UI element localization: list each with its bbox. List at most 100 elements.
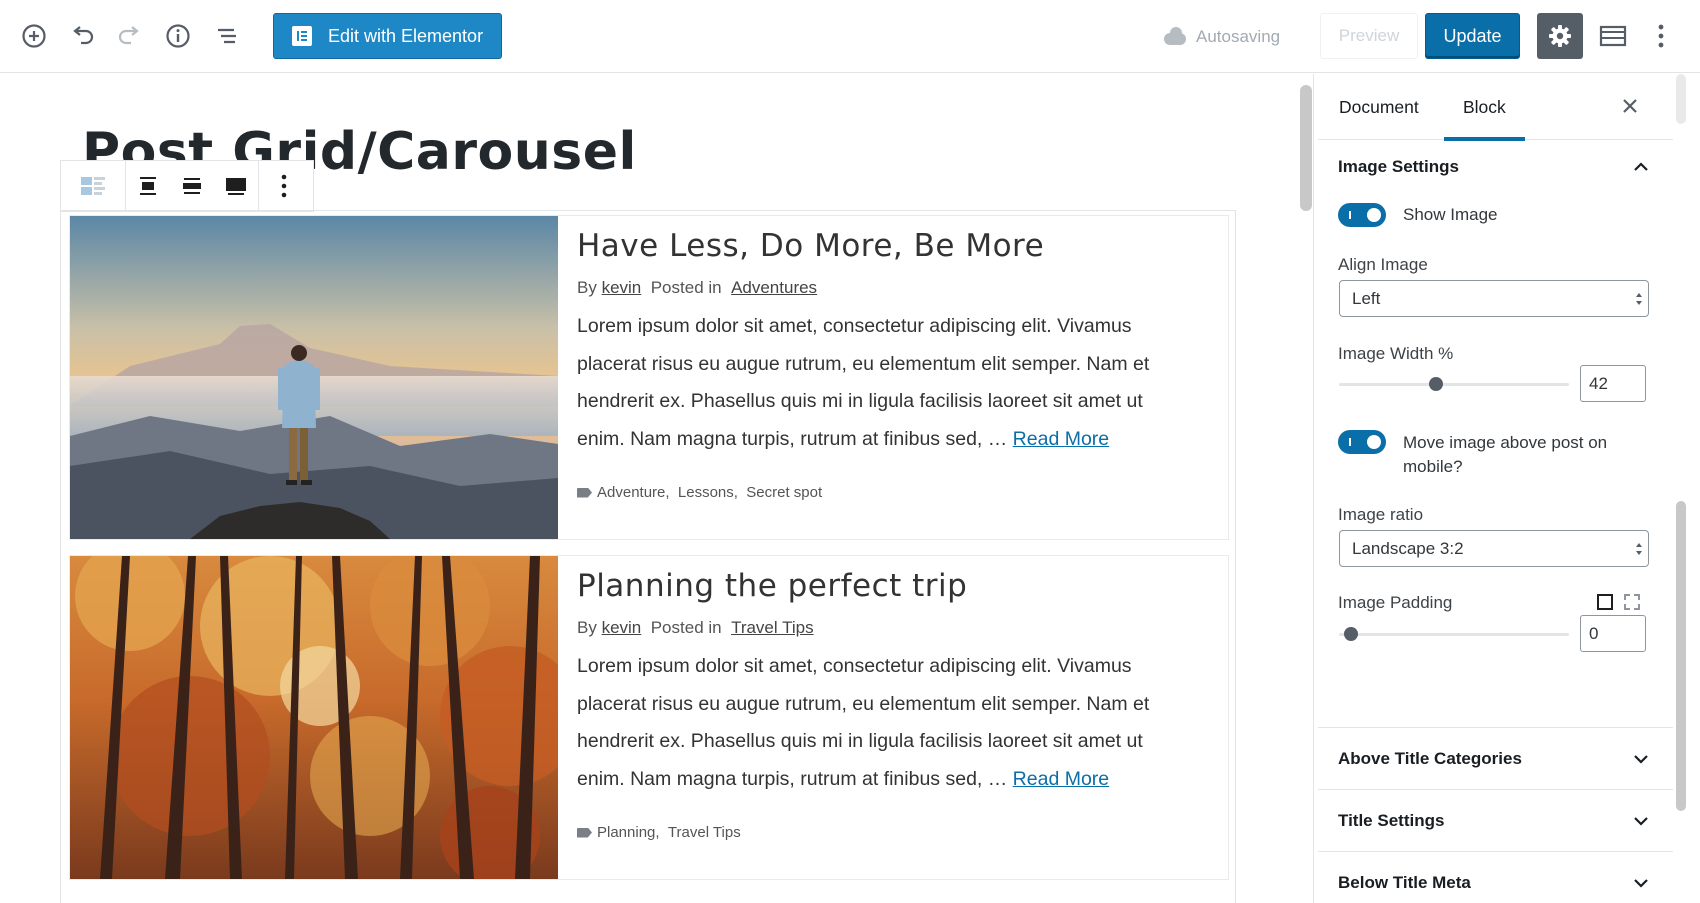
editor-scrollbar[interactable] bbox=[1300, 85, 1312, 211]
category-link[interactable]: Adventures bbox=[731, 278, 817, 297]
select-arrows-icon bbox=[1636, 293, 1642, 305]
section-title: Above Title Categories bbox=[1338, 749, 1522, 768]
image-padding-slider[interactable] bbox=[1339, 624, 1569, 644]
section-header: Above Title Categories bbox=[1318, 728, 1673, 790]
tag-icon bbox=[577, 487, 592, 498]
chevron-down-icon bbox=[1634, 755, 1648, 764]
post-meta: By kevin Posted in Adventures bbox=[577, 278, 1228, 298]
section-header: Below Title Meta bbox=[1318, 852, 1673, 903]
tag-icon bbox=[577, 827, 592, 838]
image-width-label: Image Width % bbox=[1338, 344, 1454, 363]
section-below-title-meta[interactable]: Below Title Meta bbox=[1318, 851, 1673, 903]
elementor-button-label: Edit with Elementor bbox=[328, 25, 484, 46]
select-arrows-icon bbox=[1636, 543, 1642, 555]
cloud-icon bbox=[1164, 27, 1186, 45]
sidebar-tabs: Document Block bbox=[1318, 74, 1673, 141]
read-more-link[interactable]: Read More bbox=[1013, 768, 1109, 790]
align-image-label: Align Image bbox=[1338, 255, 1428, 274]
section-header: Title Settings bbox=[1318, 790, 1673, 852]
update-button[interactable]: Update bbox=[1425, 13, 1520, 59]
image-ratio-select[interactable]: Landscape 3:2 bbox=[1339, 530, 1649, 567]
post-title-link[interactable]: Planning the perfect trip bbox=[577, 568, 1228, 604]
tag-link[interactable]: Secret spot bbox=[746, 484, 822, 501]
tag-link[interactable]: Adventure, bbox=[597, 484, 670, 501]
block-more-icon[interactable] bbox=[259, 161, 309, 211]
close-icon[interactable] bbox=[1617, 93, 1643, 119]
image-settings-title: Image Settings bbox=[1338, 157, 1459, 176]
toggle-knob bbox=[1367, 435, 1381, 449]
outline-icon[interactable] bbox=[209, 18, 245, 54]
post-image-mountain[interactable] bbox=[70, 216, 558, 539]
settings-button[interactable] bbox=[1537, 13, 1583, 59]
slider-thumb[interactable] bbox=[1343, 627, 1358, 641]
undo-icon[interactable] bbox=[64, 18, 100, 54]
post-excerpt: Lorem ipsum dolor sit amet, consectetur … bbox=[577, 648, 1177, 798]
slider-thumb[interactable] bbox=[1428, 377, 1443, 391]
section-title: Below Title Meta bbox=[1338, 873, 1471, 892]
tab-block[interactable]: Block bbox=[1444, 74, 1525, 141]
tag-link[interactable]: Travel Tips bbox=[668, 824, 741, 841]
editor-toolbar: Edit with Elementor Autosaving Preview U… bbox=[0, 0, 1700, 73]
tab-document[interactable]: Document bbox=[1339, 74, 1419, 140]
post-card: Planning the perfect trip By kevin Poste… bbox=[69, 555, 1229, 880]
post-title-link[interactable]: Have Less, Do More, Be More bbox=[577, 228, 1228, 264]
by-label: By bbox=[577, 278, 597, 297]
sidebar-scrollbar[interactable] bbox=[1676, 501, 1686, 811]
show-image-toggle[interactable] bbox=[1338, 203, 1386, 227]
align-full-icon[interactable] bbox=[214, 161, 258, 211]
edit-with-elementor-button[interactable]: Edit with Elementor bbox=[273, 13, 502, 59]
posted-in-label: Posted in bbox=[650, 618, 722, 637]
info-icon[interactable] bbox=[160, 18, 196, 54]
post-grid-block[interactable]: Have Less, Do More, Be More By kevin Pos… bbox=[60, 210, 1236, 903]
image-ratio-label: Image ratio bbox=[1338, 505, 1424, 524]
autosave-status: Autosaving bbox=[1164, 24, 1280, 50]
toggle-on-mark bbox=[1349, 211, 1351, 219]
tag-link[interactable]: Planning, bbox=[597, 824, 660, 841]
tag-link[interactable]: Lessons, bbox=[678, 484, 738, 501]
image-padding-input[interactable]: 0 bbox=[1580, 615, 1646, 652]
category-link[interactable]: Travel Tips bbox=[731, 618, 814, 637]
by-label: By bbox=[577, 618, 597, 637]
section-title: Title Settings bbox=[1338, 811, 1445, 830]
toggle-knob bbox=[1367, 208, 1381, 222]
post-tags: Planning, Travel Tips bbox=[577, 824, 1228, 841]
image-width-slider[interactable] bbox=[1339, 374, 1569, 394]
fullscreen-icon[interactable] bbox=[1595, 18, 1631, 54]
sidebar-divider bbox=[1313, 74, 1314, 903]
image-padding-label: Image Padding bbox=[1338, 593, 1453, 612]
add-block-icon[interactable] bbox=[16, 18, 52, 54]
image-width-input[interactable]: 42 bbox=[1580, 365, 1646, 402]
image-settings-header[interactable]: Image Settings bbox=[1318, 141, 1673, 193]
post-content: Planning the perfect trip By kevin Poste… bbox=[558, 556, 1228, 879]
post-content: Have Less, Do More, Be More By kevin Pos… bbox=[558, 216, 1228, 539]
sidebar-scrollbar-track bbox=[1676, 74, 1686, 124]
move-image-label: Move image above post on mobile? bbox=[1403, 433, 1608, 476]
settings-sidebar: Document Block Image Settings Show Image… bbox=[1318, 74, 1673, 903]
chevron-down-icon bbox=[1634, 879, 1648, 888]
more-options-icon[interactable] bbox=[1643, 18, 1679, 54]
author-link[interactable]: kevin bbox=[602, 618, 642, 637]
post-image-forest[interactable] bbox=[70, 556, 558, 879]
read-more-link[interactable]: Read More bbox=[1013, 428, 1109, 450]
align-image-select[interactable]: Left bbox=[1339, 280, 1649, 317]
padding-linked-icon[interactable] bbox=[1597, 594, 1613, 610]
autosave-label: Autosaving bbox=[1196, 27, 1281, 46]
elementor-icon bbox=[292, 26, 312, 46]
toggle-on-mark bbox=[1349, 438, 1351, 446]
posted-in-label: Posted in bbox=[650, 278, 722, 297]
post-excerpt: Lorem ipsum dolor sit amet, consectetur … bbox=[577, 308, 1177, 458]
section-above-title-categories[interactable]: Above Title Categories bbox=[1318, 727, 1673, 789]
post-grid-block-icon[interactable] bbox=[61, 161, 125, 211]
preview-button[interactable]: Preview bbox=[1320, 13, 1418, 59]
align-center-icon[interactable] bbox=[126, 161, 170, 211]
chevron-up-icon bbox=[1634, 162, 1648, 171]
post-card: Have Less, Do More, Be More By kevin Pos… bbox=[69, 215, 1229, 540]
move-image-toggle[interactable] bbox=[1338, 430, 1386, 454]
image-ratio-value: Landscape 3:2 bbox=[1352, 538, 1464, 558]
align-wide-icon[interactable] bbox=[170, 161, 214, 211]
show-image-label: Show Image bbox=[1403, 205, 1498, 224]
redo-icon[interactable] bbox=[112, 18, 148, 54]
author-link[interactable]: kevin bbox=[602, 278, 642, 297]
padding-unlinked-icon[interactable] bbox=[1624, 594, 1640, 610]
section-title-settings[interactable]: Title Settings bbox=[1318, 789, 1673, 851]
